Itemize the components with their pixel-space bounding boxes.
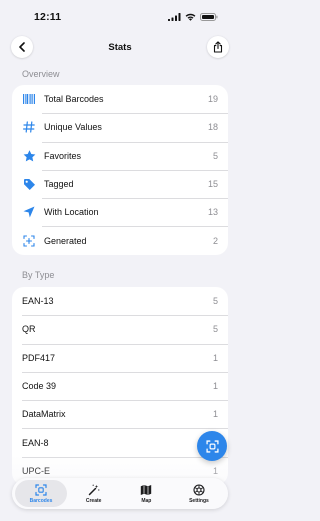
by-type-row: Code 39 1 [12, 371, 228, 400]
by-type-card: EAN-13 5 QR 5 PDF417 1 Code 39 1 DataMat… [12, 287, 228, 486]
row-value: 5 [212, 324, 218, 335]
cellular-signal-icon [168, 13, 181, 21]
scan-frame-icon [205, 439, 219, 453]
star-icon [22, 149, 36, 163]
row-value: 2 [212, 235, 218, 246]
row-value: 1 [212, 381, 218, 392]
scan-frame-icon [22, 234, 36, 248]
overview-row-favorites: Favorites 5 [12, 141, 228, 170]
row-label: Tagged [44, 179, 74, 190]
row-label: EAN-8 [22, 437, 49, 448]
tab-map[interactable]: Map [120, 480, 172, 507]
row-value: 5 [212, 150, 218, 161]
row-value: 1 [212, 465, 218, 476]
tab-settings[interactable]: Settings [173, 480, 225, 507]
barcode-icon [22, 92, 36, 106]
row-label: Total Barcodes [44, 94, 104, 105]
location-arrow-icon [22, 205, 36, 219]
magic-wand-icon [88, 484, 100, 495]
tag-icon [22, 177, 36, 191]
row-value: 15 [207, 179, 218, 190]
share-button[interactable] [207, 36, 229, 58]
row-label: QR [22, 324, 36, 335]
row-label: DataMatrix [22, 409, 66, 420]
tab-bar: Barcodes Create Map Settings [12, 478, 228, 509]
scan-frame-icon [35, 483, 47, 496]
row-value: 13 [207, 207, 218, 218]
status-bar: 12:11 [0, 0, 240, 34]
page-title: Stats [108, 41, 132, 53]
tab-label: Barcodes [29, 497, 53, 504]
tab-create[interactable]: Create [68, 480, 120, 507]
status-icons [168, 13, 218, 21]
tab-label: Map [141, 497, 152, 504]
row-label: UPC-E [22, 465, 51, 476]
overview-row-tagged: Tagged 15 [12, 169, 228, 198]
row-label: EAN-13 [22, 296, 54, 307]
by-type-section-header: By Type [22, 270, 55, 280]
row-value: 1 [212, 352, 218, 363]
row-label: With Location [44, 207, 99, 218]
back-button[interactable] [11, 36, 33, 58]
overview-section-header: Overview [22, 69, 60, 79]
by-type-row: EAN-8 1 [12, 428, 228, 456]
tab-barcodes[interactable]: Barcodes [15, 480, 67, 507]
wifi-icon [185, 13, 196, 21]
row-value: 18 [207, 122, 218, 133]
battery-icon [200, 13, 218, 21]
share-icon [213, 41, 223, 53]
by-type-row: PDF417 1 [12, 343, 228, 372]
by-type-row: EAN-13 5 [12, 287, 228, 315]
overview-row-unique-values: Unique Values 18 [12, 113, 228, 141]
row-value: 1 [212, 409, 218, 420]
row-label: PDF417 [22, 352, 56, 363]
overview-card: Total Barcodes 19 Unique Values 18 Favor… [12, 85, 228, 255]
overview-row-total-barcodes: Total Barcodes 19 [12, 85, 228, 113]
row-label: Code 39 [22, 381, 57, 392]
navigation-bar: Stats [0, 34, 240, 60]
scan-floating-button[interactable] [197, 431, 227, 461]
chevron-left-icon [19, 42, 25, 52]
map-icon [141, 484, 152, 495]
row-value: 5 [212, 296, 218, 307]
by-type-row: DataMatrix 1 [12, 400, 228, 428]
row-value: 19 [207, 94, 218, 105]
by-type-row: QR 5 [12, 315, 228, 343]
row-label: Favorites [44, 150, 82, 161]
tab-label: Create [85, 497, 102, 504]
hash-icon [22, 120, 36, 134]
gear-icon [193, 483, 205, 496]
row-label: Unique Values [44, 122, 102, 133]
overview-row-with-location: With Location 13 [12, 198, 228, 226]
row-label: Generated [44, 235, 87, 246]
status-time: 12:11 [34, 11, 62, 23]
overview-row-generated: Generated 2 [12, 226, 228, 254]
tab-label: Settings [189, 497, 209, 504]
